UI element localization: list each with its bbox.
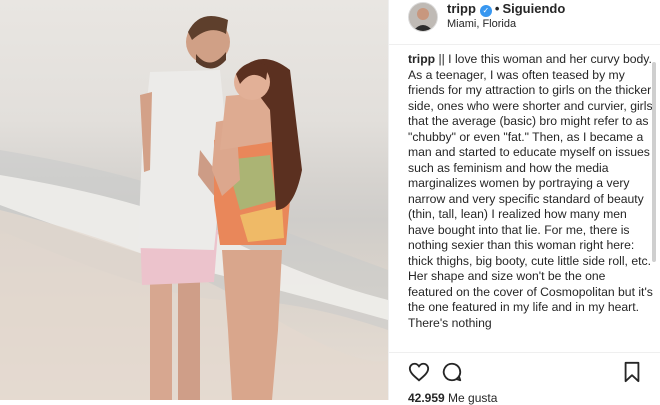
- caption-scrollbar[interactable]: [652, 62, 656, 262]
- heart-icon[interactable]: [408, 361, 430, 383]
- likes-count[interactable]: 42.959 Me gusta: [408, 391, 497, 405]
- post-actions: 42.959 Me gusta: [389, 352, 660, 405]
- verified-badge-icon: ✓: [479, 5, 492, 17]
- comment-icon[interactable]: [441, 361, 463, 383]
- header-line: tripp ✓ • Siguiendo: [447, 1, 565, 17]
- following-button[interactable]: Siguiendo: [502, 1, 565, 16]
- post-caption: tripp || I love this woman and her curvy…: [408, 52, 653, 331]
- avatar-image: [409, 3, 437, 31]
- avatar[interactable]: [408, 2, 438, 32]
- post-header: tripp ✓ • Siguiendo Miami, Florida: [389, 0, 660, 45]
- separator-dot: •: [494, 1, 500, 16]
- username-link[interactable]: tripp: [447, 1, 476, 16]
- likes-number: 42.959: [408, 391, 445, 405]
- likes-label: Me gusta: [448, 391, 498, 405]
- location-link[interactable]: Miami, Florida: [447, 18, 516, 30]
- caption-text: || I love this woman and her curvy body.…: [408, 52, 653, 330]
- post-photo: [0, 0, 388, 400]
- post-view: tripp ✓ • Siguiendo Miami, Florida tripp ||…: [0, 0, 660, 405]
- couple-beach-image: [0, 16, 388, 400]
- caption-area: tripp || I love this woman and her curvy…: [389, 52, 660, 352]
- post-sidebar: tripp ✓ • Siguiendo Miami, Florida tripp ||…: [388, 0, 660, 405]
- bookmark-icon[interactable]: [621, 361, 643, 383]
- caption-username[interactable]: tripp: [408, 52, 435, 66]
